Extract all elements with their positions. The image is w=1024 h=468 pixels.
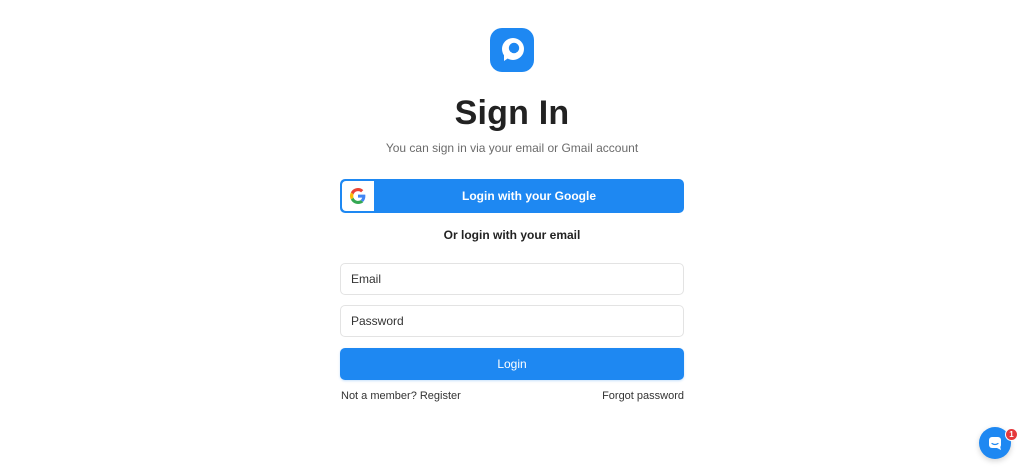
page-subtitle: You can sign in via your email or Gmail … xyxy=(385,141,639,155)
email-input[interactable] xyxy=(340,263,684,295)
login-button[interactable]: Login xyxy=(340,348,684,380)
chat-icon xyxy=(989,437,1001,450)
sign-in-page: Sign In You can sign in via your email o… xyxy=(0,0,1024,468)
google-g-icon xyxy=(342,181,374,211)
app-logo-icon xyxy=(490,28,534,72)
google-login-label: Login with your Google xyxy=(462,189,596,203)
register-link[interactable]: Not a member? Register xyxy=(341,390,461,402)
password-input[interactable] xyxy=(340,305,684,337)
forgot-password-link[interactable]: Forgot password xyxy=(602,390,684,402)
page-title: Sign In xyxy=(454,94,570,132)
google-login-button[interactable]: Login with your Google xyxy=(340,179,684,213)
notification-badge: 1 xyxy=(1005,428,1018,441)
divider-text: Or login with your email xyxy=(443,228,581,242)
